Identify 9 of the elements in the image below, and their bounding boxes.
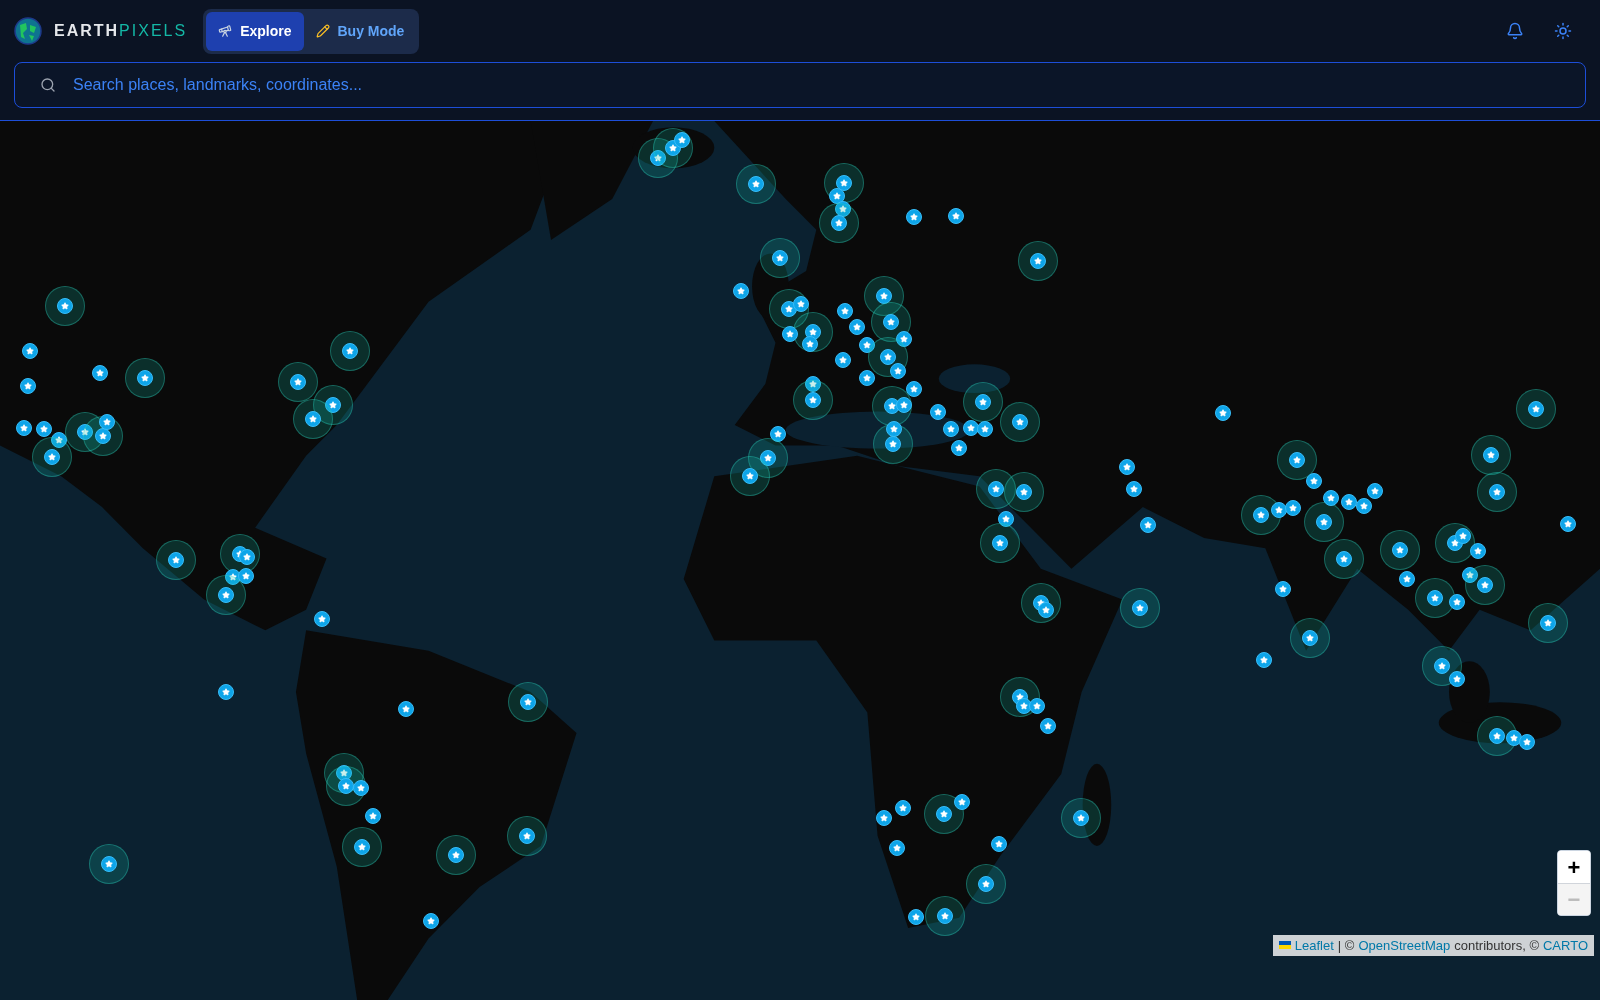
openstreetmap-link[interactable]: OpenStreetMap bbox=[1358, 935, 1451, 955]
search-field[interactable]: Search places, landmarks, coordinates... bbox=[14, 62, 1586, 108]
mode-tab[interactable]: Explore bbox=[206, 11, 304, 51]
mode-tab[interactable]: Buy Mode bbox=[303, 11, 417, 51]
carto-link[interactable]: CARTO bbox=[1542, 935, 1588, 955]
map-attribution: Leaflet | © OpenStreetMap contributors, © CARTO bbox=[1272, 934, 1594, 956]
leaflet-link[interactable]: Leaflet bbox=[1294, 935, 1334, 955]
brand-name: EARTH bbox=[54, 21, 120, 41]
brand-name: PIXELS bbox=[119, 21, 188, 41]
